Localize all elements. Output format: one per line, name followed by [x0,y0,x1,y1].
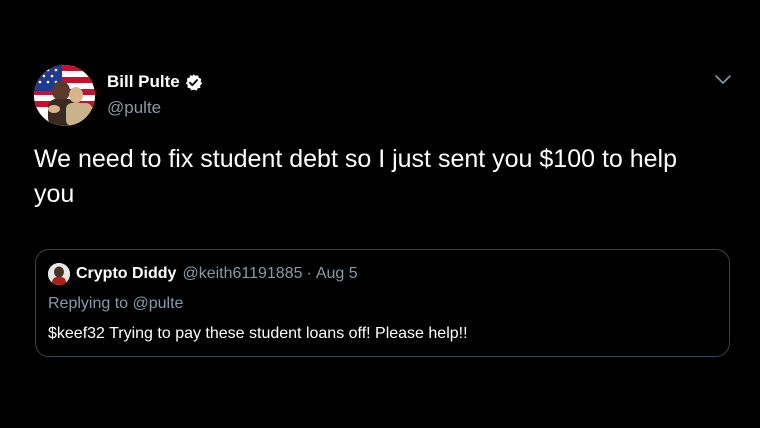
avatar-photo-icon [34,65,95,126]
tweet-text: We need to fix student debt so I just se… [34,145,678,208]
avatar-photo-icon [48,263,70,285]
quoted-tweet-text: $keef32 Trying to pay these student loan… [48,325,468,342]
tweet: Bill Pulte @pulte We need to fix student… [0,0,760,428]
quoted-tweet-date[interactable]: Aug 5 [316,265,358,283]
quoted-author-avatar[interactable] [48,263,70,285]
author-info: Bill Pulte @pulte [107,72,203,118]
author-name-row: Bill Pulte [107,72,203,92]
verified-badge-icon [184,73,203,92]
chevron-down-icon[interactable] [714,73,732,87]
replying-to[interactable]: Replying to @pulte [48,295,183,313]
author-display-name[interactable]: Bill Pulte [107,72,180,92]
quoted-tweet-header: Crypto Diddy @keith61191885 · Aug 5 [48,263,358,285]
author-handle[interactable]: @pulte [107,98,203,118]
quoted-tweet[interactable]: Crypto Diddy @keith61191885 · Aug 5 Repl… [35,249,730,357]
quoted-author-handle[interactable]: @keith61191885 [182,265,302,283]
author-avatar[interactable] [34,65,95,126]
quoted-author-display-name[interactable]: Crypto Diddy [76,265,176,283]
separator-dot: · [306,265,312,282]
